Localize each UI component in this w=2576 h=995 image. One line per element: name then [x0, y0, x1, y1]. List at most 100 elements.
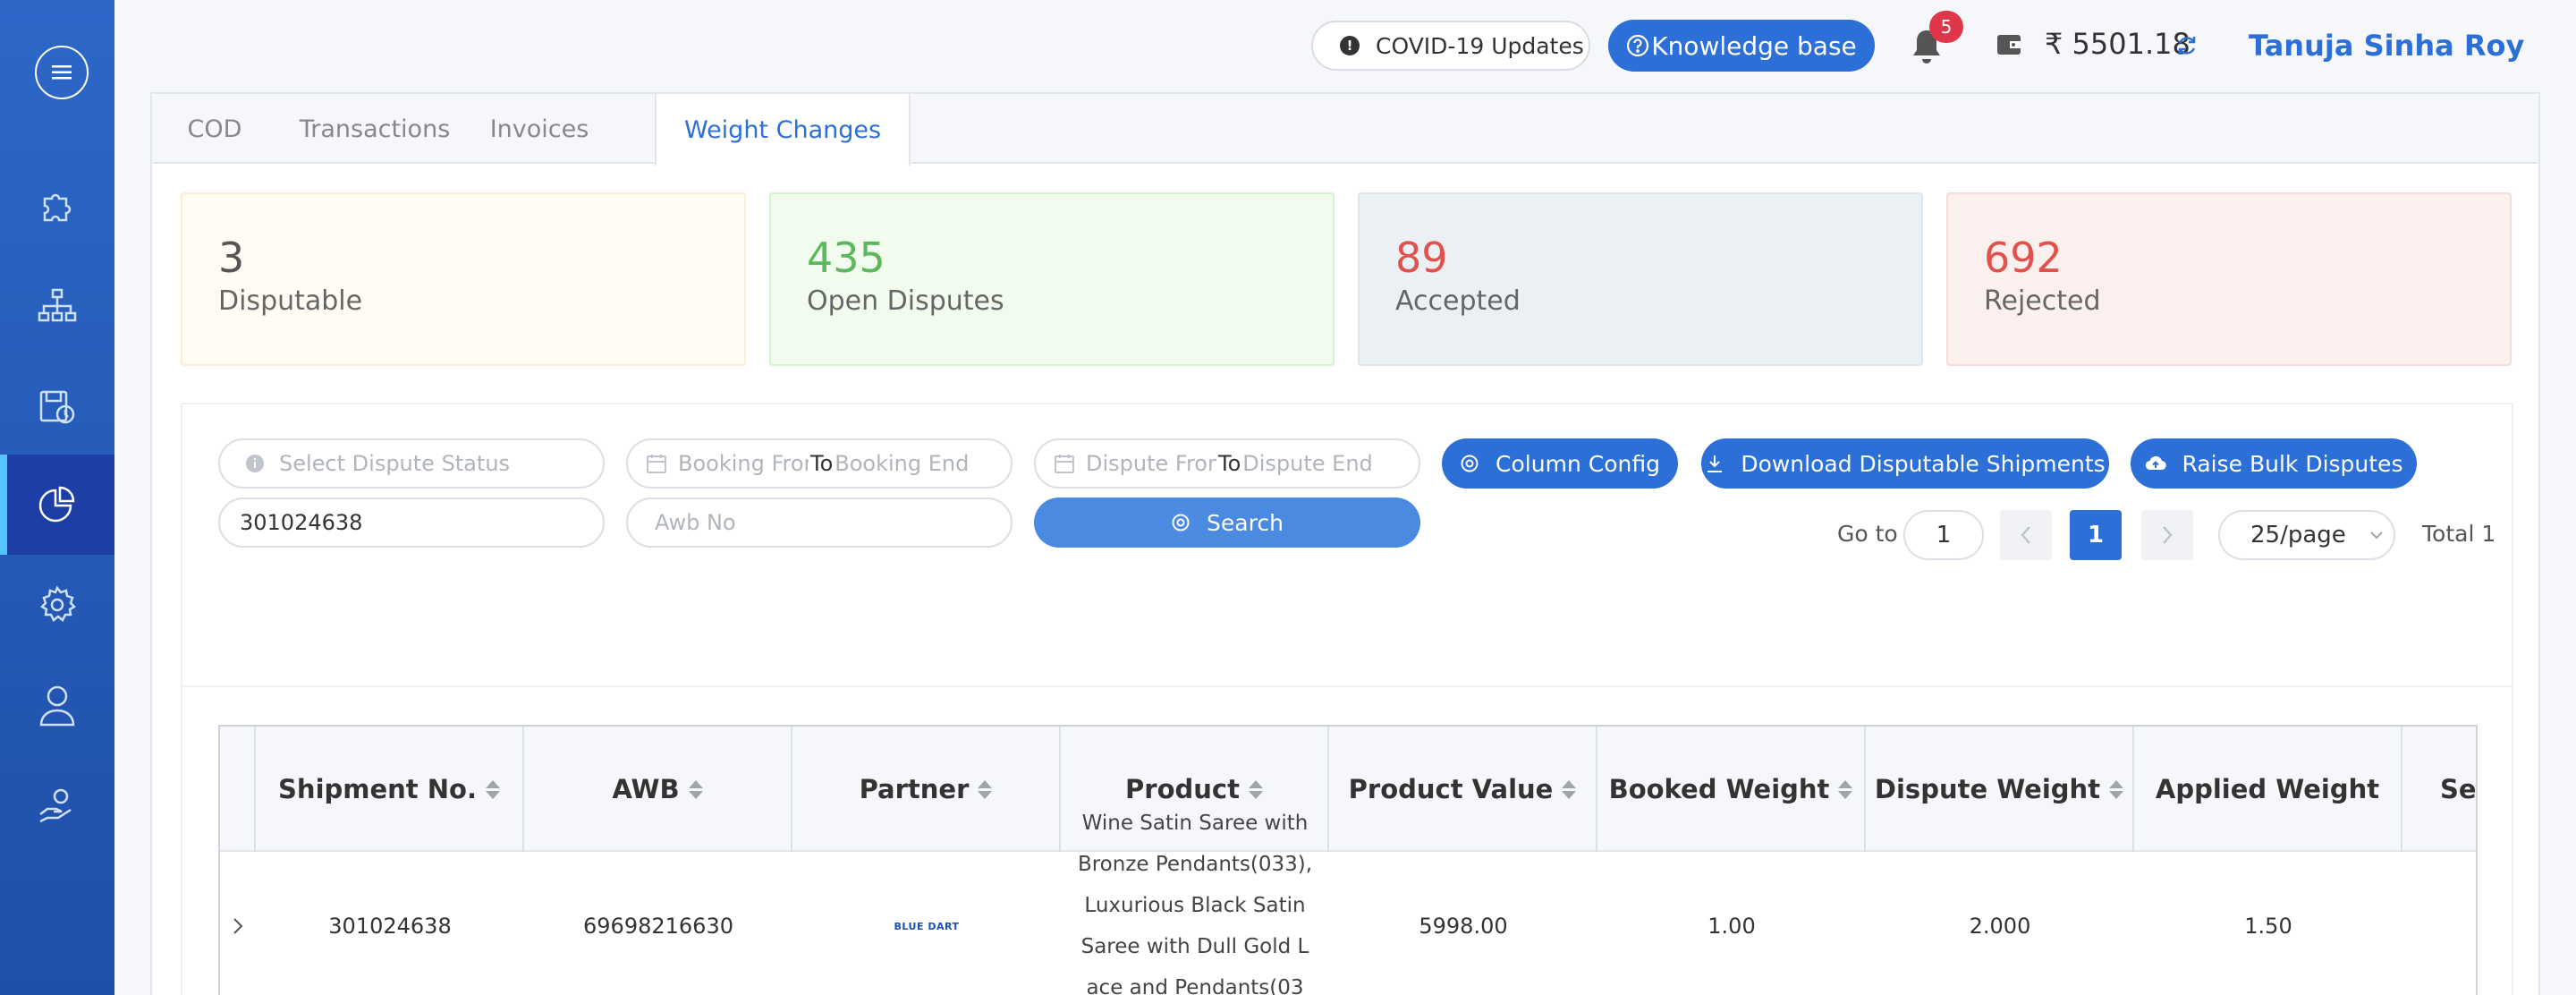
column-label: Product	[1125, 774, 1240, 804]
dispute-end-input[interactable]: Dispute End	[1242, 451, 1373, 476]
total-count: Total 1	[2422, 521, 2496, 547]
hamburger-icon	[52, 65, 72, 80]
calendar-icon	[1055, 455, 1074, 473]
stat-label: Rejected	[1984, 285, 2101, 317]
puzzle-icon	[43, 193, 72, 222]
stat-card-accepted[interactable]: 89 Accepted	[1358, 192, 1923, 366]
goto-page-input[interactable]: 1	[1903, 510, 1984, 560]
wallet-icon	[1997, 35, 2021, 55]
partner-logo: BLUE DART	[894, 920, 960, 932]
dispute-date-range[interactable]: Dispute From To Dispute End	[1034, 438, 1420, 489]
cell-applied-weight: 1.50	[2244, 914, 2292, 939]
gear-icon	[39, 585, 77, 622]
column-label: Booked Weight	[1608, 774, 1830, 804]
goto-label: Go to	[1837, 521, 1898, 547]
search-button[interactable]: Search	[1034, 498, 1420, 548]
shipment-number-value: 301024638	[240, 510, 363, 535]
sidebar-item-orders[interactable]	[0, 356, 114, 456]
dispute-status-select[interactable]: Select Dispute Status	[218, 438, 605, 489]
knowledge-base-label: Knowledge base	[1651, 30, 1857, 61]
sidebar-item-plugins[interactable]	[0, 156, 114, 256]
column-header-awb[interactable]: AWB	[524, 727, 792, 852]
expand-column-header	[220, 727, 256, 852]
chevron-left-icon	[2021, 526, 2030, 544]
awb-input[interactable]: Awb No	[626, 498, 1013, 548]
shipment-number-input[interactable]: 301024638	[218, 498, 605, 548]
sidebar-item-settings[interactable]	[0, 555, 114, 655]
tab-weight-changes[interactable]: Weight Changes	[655, 94, 911, 166]
cell-shipment-no: 301024638	[328, 914, 452, 939]
raise-bulk-disputes-button[interactable]: Raise Bulk Disputes	[2131, 438, 2417, 489]
cell-dispute-weight: 2.000	[1969, 914, 2031, 939]
column-header-shipment-no[interactable]: Shipment No.	[256, 727, 524, 852]
pie-chart-icon	[38, 486, 75, 523]
column-header-applied-weight[interactable]: Applied Weight	[2134, 727, 2402, 852]
column-header-partner[interactable]: Partner	[792, 727, 1061, 852]
stat-label: Open Disputes	[807, 285, 1004, 317]
knowledge-base-button[interactable]: Knowledge base	[1608, 20, 1875, 72]
sidebar	[0, 0, 114, 995]
page-size-select[interactable]: 25/page	[2218, 510, 2395, 560]
sort-icon[interactable]	[1838, 779, 1853, 799]
stat-value: 89	[1395, 234, 1448, 282]
column-header-product-value[interactable]: Product Value	[1329, 727, 1597, 852]
stat-card-rejected[interactable]: 692 Rejected	[1946, 192, 2512, 366]
raise-bulk-disputes-label: Raise Bulk Disputes	[2182, 450, 2403, 477]
download-disputable-button[interactable]: Download Disputable Shipments	[1701, 438, 2109, 489]
tab-transactions[interactable]: Transactions	[277, 94, 472, 164]
info-icon: !	[1340, 36, 1360, 55]
sort-icon[interactable]	[1248, 779, 1263, 799]
main-panel: COD Transactions Invoices Weight Changes…	[150, 92, 2540, 995]
dispute-status-placeholder: Select Dispute Status	[279, 451, 511, 476]
info-icon	[246, 455, 264, 472]
chevron-right-icon	[2163, 526, 2173, 544]
sidebar-item-network[interactable]	[0, 256, 114, 356]
column-label: AWB	[612, 774, 680, 804]
gear-icon	[1172, 514, 1190, 532]
download-icon	[1707, 455, 1723, 472]
menu-toggle-button[interactable]	[35, 46, 89, 99]
user-name[interactable]: Tanuja Sinha Roy	[2249, 29, 2524, 63]
booking-from-input[interactable]: Booking From	[678, 451, 809, 476]
dispute-from-input[interactable]: Dispute From	[1086, 451, 1216, 476]
next-page-button[interactable]	[2141, 510, 2193, 560]
booking-date-range[interactable]: Booking From To Booking End	[626, 438, 1013, 489]
notification-badge: 5	[1929, 11, 1963, 43]
current-page[interactable]: 1	[2070, 510, 2122, 560]
column-header-booked-weight[interactable]: Booked Weight	[1597, 727, 1866, 852]
column-header-dispute-weight[interactable]: Dispute Weight	[1866, 727, 2134, 852]
covid-updates-label: COVID-19 Updates	[1376, 32, 1584, 59]
sidebar-item-profile[interactable]	[0, 655, 114, 755]
stat-card-disputable[interactable]: 3 Disputable	[181, 192, 746, 366]
help-circle-icon	[1627, 34, 1649, 57]
tab-cod[interactable]: COD	[152, 94, 277, 164]
sort-icon[interactable]	[1562, 779, 1577, 799]
refresh-icon[interactable]	[2175, 34, 2199, 57]
cell-partner: BLUE DART	[792, 852, 1061, 995]
stat-card-open-disputes[interactable]: 435 Open Disputes	[769, 192, 1335, 366]
column-label: Product Value	[1348, 774, 1554, 804]
stat-value: 692	[1984, 234, 2063, 282]
chevron-right-icon	[233, 918, 243, 934]
stat-value: 435	[807, 234, 886, 282]
hand-coin-icon	[39, 788, 72, 823]
column-header-truncated[interactable]: Se	[2402, 727, 2476, 852]
sidebar-item-reports[interactable]	[0, 455, 114, 555]
booking-end-input[interactable]: Booking End	[835, 451, 969, 476]
expand-row-button[interactable]	[220, 852, 256, 995]
prev-page-button[interactable]	[2000, 510, 2052, 560]
covid-updates-button[interactable]: ! COVID-19 Updates	[1311, 21, 1590, 71]
cell-product-value: 5998.00	[1419, 914, 1508, 939]
cell-booked-weight: 1.00	[1707, 914, 1756, 939]
sort-icon[interactable]	[2109, 779, 2124, 799]
sort-icon[interactable]	[485, 779, 500, 799]
sort-icon[interactable]	[688, 779, 703, 799]
column-config-button[interactable]: Column Config	[1442, 438, 1678, 489]
chevron-down-icon	[2370, 532, 2383, 540]
sidebar-item-support[interactable]	[0, 755, 114, 855]
sort-icon[interactable]	[978, 779, 993, 799]
stat-value: 3	[218, 234, 245, 282]
tab-invoices[interactable]: Invoices	[472, 94, 606, 164]
dispute-range-separator: To	[1218, 451, 1241, 476]
stat-label: Disputable	[218, 285, 363, 317]
